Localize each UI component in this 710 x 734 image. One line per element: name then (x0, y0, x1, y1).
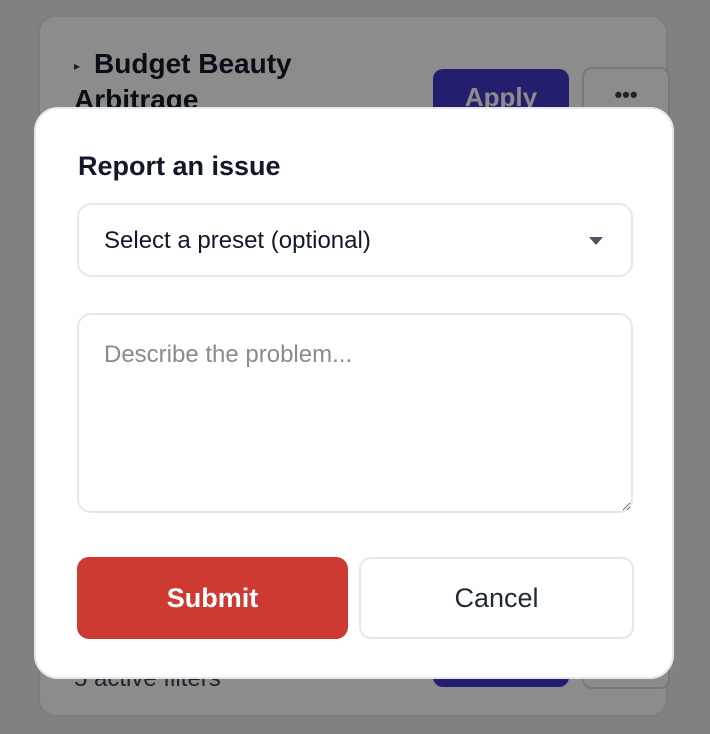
problem-description-input[interactable] (77, 313, 633, 513)
submit-button[interactable]: Submit (77, 557, 348, 639)
chevron-down-icon (589, 237, 603, 245)
dialog-title: Report an issue (78, 151, 281, 181)
report-issue-dialog: Report an issue Select a preset (optiona… (34, 107, 674, 679)
cancel-button[interactable]: Cancel (359, 557, 634, 639)
preset-selected-value: Select a preset (optional) (104, 227, 371, 254)
preset-select[interactable]: Select a preset (optional) (77, 203, 633, 277)
